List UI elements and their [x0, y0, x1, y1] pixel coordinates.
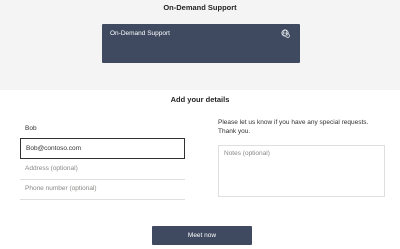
- phone-field[interactable]: [20, 179, 185, 200]
- section-title: Add your details: [170, 95, 230, 104]
- meet-now-button[interactable]: Meet now: [152, 226, 252, 245]
- address-field[interactable]: [20, 159, 185, 180]
- address-input[interactable]: [25, 165, 180, 172]
- page-title: On-Demand Support: [163, 3, 237, 12]
- phone-input[interactable]: [25, 185, 180, 192]
- header-band: On-Demand Support On-Demand Support: [0, 0, 400, 90]
- email-field[interactable]: [20, 138, 185, 159]
- email-input[interactable]: [26, 145, 179, 152]
- notes-label: Please let us know if you have any speci…: [218, 119, 369, 135]
- service-name: On-Demand Support: [110, 30, 170, 37]
- globe-clock-icon: [281, 29, 290, 38]
- name-field[interactable]: [20, 119, 185, 140]
- name-input[interactable]: [25, 125, 180, 132]
- notes-box[interactable]: [218, 145, 385, 197]
- service-card[interactable]: On-Demand Support: [102, 24, 300, 63]
- notes-input[interactable]: [224, 150, 379, 192]
